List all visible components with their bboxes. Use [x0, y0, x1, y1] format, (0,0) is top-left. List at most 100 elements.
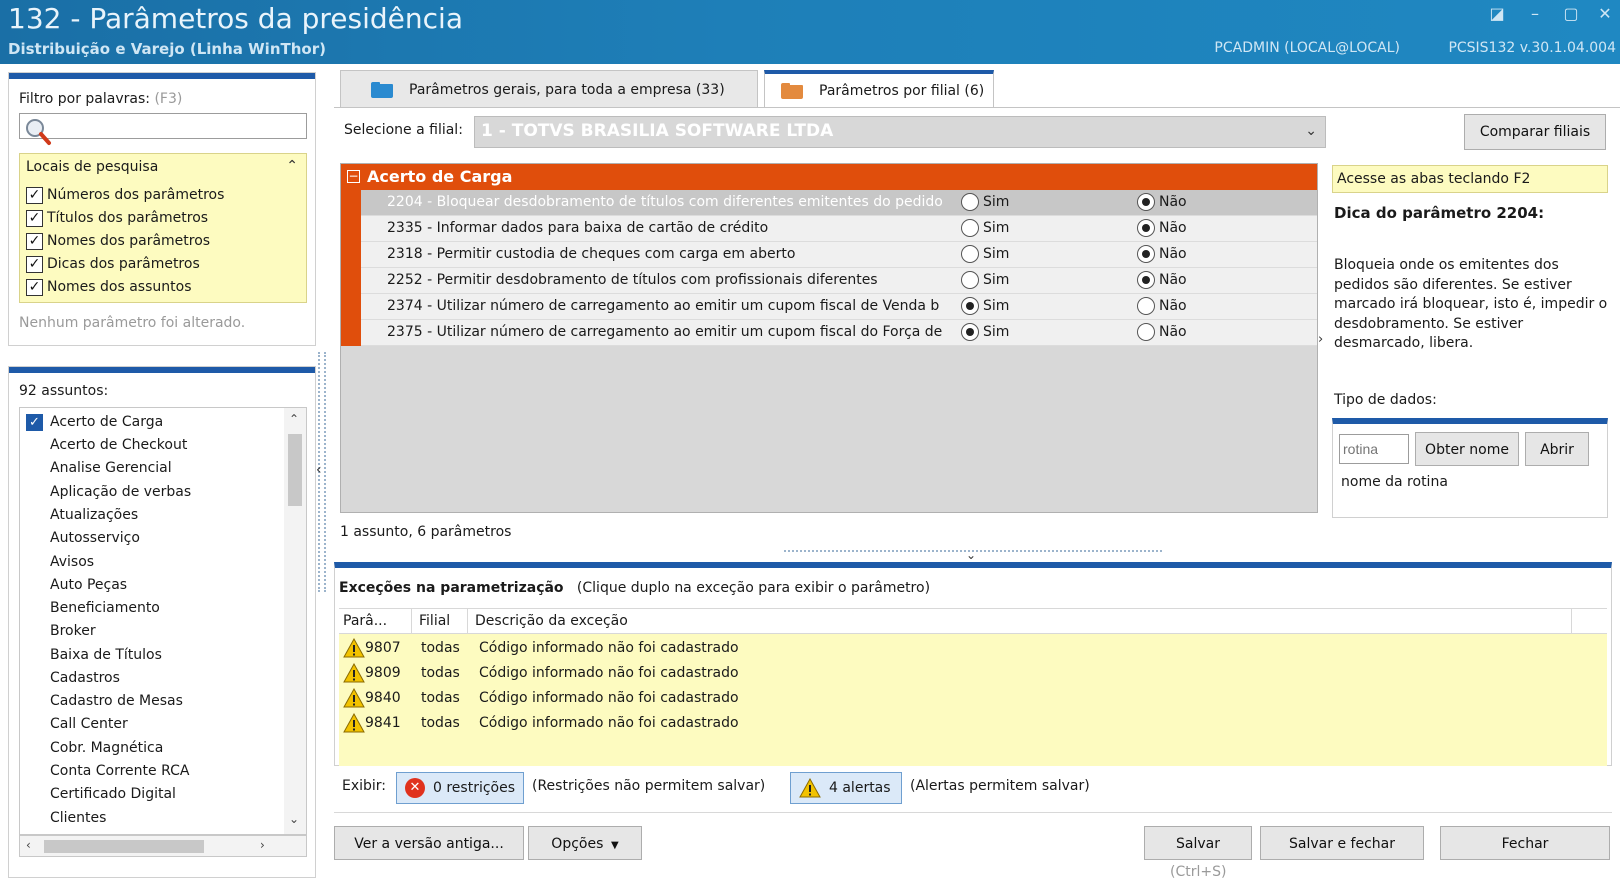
radio-icon[interactable]	[961, 323, 979, 341]
checkbox-icon[interactable]: ✓	[26, 255, 43, 273]
list-item[interactable]: Clientes	[50, 806, 106, 830]
alertas-button[interactable]: 4 alertas	[790, 772, 902, 804]
radio-icon[interactable]	[1137, 271, 1155, 289]
table-row[interactable]: 2318 - Permitir custodia de cheques com …	[361, 242, 1317, 268]
radio-icon[interactable]	[1137, 323, 1155, 341]
scroll-thumb[interactable]	[288, 434, 302, 506]
radio-icon[interactable]	[1137, 219, 1155, 237]
table-row[interactable]: 9809 todas Código informado não foi cada…	[339, 661, 1607, 687]
chevron-right-icon[interactable]: ›	[1318, 332, 1323, 347]
radio-sim[interactable]: Sim	[961, 323, 1009, 341]
checkbox-icon[interactable]: ✓	[26, 414, 43, 431]
table-row[interactable]: 9840 todas Código informado não foi cada…	[339, 686, 1607, 712]
column-header[interactable]: Filial	[419, 613, 450, 629]
list-item[interactable]: Cobr. Magnética	[50, 736, 163, 760]
radio-nao[interactable]: Não	[1137, 245, 1187, 263]
chevron-right-icon[interactable]: ›	[260, 838, 265, 852]
list-item[interactable]: Aplicação de verbas	[50, 480, 191, 504]
radio-nao[interactable]: Não	[1137, 323, 1187, 341]
rotina-input[interactable]	[1339, 434, 1409, 464]
opcoes-button[interactable]: Opções ▼	[528, 826, 642, 860]
chevron-up-icon[interactable]: ⌃	[286, 158, 298, 174]
salvar-button[interactable]: Salvar	[1144, 826, 1252, 860]
radio-sim[interactable]: Sim	[961, 193, 1009, 211]
restore-icon[interactable]: ◪	[1486, 4, 1508, 24]
radio-sim[interactable]: Sim	[961, 271, 1009, 289]
list-item[interactable]: Auto Peças	[50, 573, 127, 597]
horizontal-scrollbar[interactable]: ‹ ›	[19, 835, 307, 857]
radio-nao[interactable]: Não	[1137, 219, 1187, 237]
radio-icon[interactable]	[961, 193, 979, 211]
radio-icon[interactable]	[1137, 193, 1155, 211]
vertical-scrollbar[interactable]: ⌃ ⌄	[284, 408, 306, 834]
list-item[interactable]: Call Center	[50, 712, 128, 736]
table-row[interactable]: 9807 todas Código informado não foi cada…	[339, 636, 1607, 662]
filial-select[interactable]: 1 - TOTVS BRASILIA SOFTWARE LTDA ⌄	[474, 116, 1326, 148]
radio-sim[interactable]: Sim	[961, 297, 1009, 315]
restricoes-button[interactable]: ✕ 0 restrições	[396, 772, 524, 804]
column-separator[interactable]	[1571, 609, 1572, 635]
maximize-icon[interactable]: ▢	[1560, 4, 1582, 24]
collapse-icon[interactable]: −	[347, 170, 360, 183]
radio-nao[interactable]: Não	[1137, 193, 1187, 211]
table-row[interactable]: 9841 todas Código informado não foi cada…	[339, 711, 1607, 737]
radio-icon[interactable]	[961, 245, 979, 263]
list-item[interactable]: Avisos	[50, 550, 94, 574]
list-item[interactable]: Beneficiamento	[50, 596, 160, 620]
option-numeros[interactable]: ✓ Números dos parâmetros	[26, 184, 224, 206]
list-item[interactable]: Certificado Digital	[50, 782, 176, 806]
list-item[interactable]: Cadastros	[50, 666, 120, 690]
abrir-button[interactable]: Abrir	[1525, 432, 1589, 466]
list-item[interactable]: Broker	[50, 619, 96, 643]
radio-nao[interactable]: Não	[1137, 271, 1187, 289]
table-row[interactable]: 2374 - Utilizar número de carregamento a…	[361, 294, 1317, 320]
checkbox-icon[interactable]: ✓	[26, 232, 43, 250]
radio-nao[interactable]: Não	[1137, 297, 1187, 315]
radio-sim[interactable]: Sim	[961, 219, 1009, 237]
column-header[interactable]: Parâ...	[343, 613, 387, 629]
table-row[interactable]: 2252 - Permitir desdobramento de títulos…	[361, 268, 1317, 294]
chevron-down-icon[interactable]: ⌄	[289, 812, 299, 826]
list-item[interactable]: Conta Corrente RCA	[50, 759, 189, 783]
column-header[interactable]: Descrição da exceção	[475, 613, 628, 629]
radio-sim[interactable]: Sim	[961, 245, 1009, 263]
close-icon[interactable]: ✕	[1594, 4, 1616, 24]
salvar-fechar-button[interactable]: Salvar e fechar	[1260, 826, 1424, 860]
table-row[interactable]: 2375 - Utilizar número de carregamento a…	[361, 320, 1317, 346]
list-item[interactable]: Acerto de Carga	[50, 410, 163, 434]
option-dicas[interactable]: ✓ Dicas dos parâmetros	[26, 253, 200, 275]
radio-icon[interactable]	[1137, 245, 1155, 263]
option-titulos[interactable]: ✓ Títulos dos parâmetros	[26, 207, 208, 229]
checkbox-icon[interactable]: ✓	[26, 186, 43, 204]
option-assuntos[interactable]: ✓ Nomes dos assuntos	[26, 276, 192, 298]
table-row[interactable]: 2335 - Informar dados para baixa de cart…	[361, 216, 1317, 242]
minimize-icon[interactable]: –	[1524, 4, 1546, 24]
column-separator[interactable]	[467, 609, 468, 635]
fechar-button[interactable]: Fechar	[1440, 826, 1610, 860]
tab-parametros-filial[interactable]: Parâmetros por filial (6)	[764, 70, 994, 108]
list-item[interactable]: Acerto de Checkout	[50, 433, 187, 457]
tab-parametros-gerais[interactable]: Parâmetros gerais, para toda a empresa (…	[340, 70, 758, 108]
radio-icon[interactable]	[961, 219, 979, 237]
radio-icon[interactable]	[961, 271, 979, 289]
chevron-left-icon[interactable]: ‹	[26, 838, 31, 852]
list-item[interactable]: Baixa de Títulos	[50, 643, 162, 667]
checkbox-icon[interactable]: ✓	[26, 209, 43, 227]
list-item[interactable]: Atualizações	[50, 503, 138, 527]
radio-icon[interactable]	[1137, 297, 1155, 315]
list-item[interactable]: Cadastro de Mesas	[50, 689, 183, 713]
option-nomes[interactable]: ✓ Nomes dos parâmetros	[26, 230, 210, 252]
chevron-down-icon[interactable]: ⌄	[966, 548, 976, 562]
checkbox-icon[interactable]: ✓	[26, 278, 43, 296]
search-input[interactable]	[19, 113, 307, 145]
table-row[interactable]: 2204 - Bloquear desdobramento de títulos…	[361, 190, 1317, 216]
group-header[interactable]: Acerto de Carga	[341, 164, 1317, 190]
column-separator[interactable]	[411, 609, 412, 635]
compare-filiais-button[interactable]: Comparar filiais	[1464, 114, 1606, 150]
list-item[interactable]: Autosserviço	[50, 526, 140, 550]
radio-icon[interactable]	[961, 297, 979, 315]
scroll-thumb[interactable]	[44, 840, 204, 853]
chevron-left-icon[interactable]: ‹	[316, 462, 322, 478]
chevron-up-icon[interactable]: ⌃	[289, 412, 299, 426]
obter-nome-button[interactable]: Obter nome	[1415, 432, 1519, 466]
